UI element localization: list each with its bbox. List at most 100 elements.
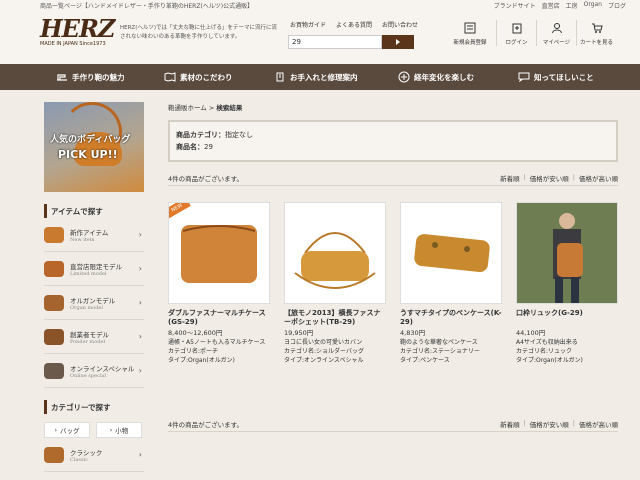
product-card[interactable]: NEW ダブルファスナーマルチケース(GS-29) 8,400～12,600円 …: [168, 202, 270, 365]
sidebar-item-limited[interactable]: 直営店限定モデル Limited model ›: [44, 252, 144, 286]
product-price: 4,830円: [400, 329, 426, 337]
top-links: ブランドサイト 直営店 工房 Organ ブログ: [494, 1, 626, 10]
sidebar-item-classic[interactable]: クラシック Classic ›: [44, 438, 144, 472]
item-sub: Ponder model: [70, 338, 106, 345]
item-thumb: [44, 260, 64, 277]
breadcrumb: 鞄通販ホーム > 検索結果: [168, 102, 618, 114]
product-photo: [517, 203, 617, 303]
nav-aging[interactable]: 経年変化を楽しむ: [398, 64, 518, 90]
sort-options: 新着順 | 価格が安い順 | 価格が高い順: [500, 173, 618, 183]
register-button[interactable]: 新規会員登録: [444, 20, 496, 46]
chevron-right-icon: ›: [138, 366, 142, 375]
sidebar-item-online[interactable]: オンラインスペシャル Online special ›: [44, 354, 144, 388]
item-thumb: [44, 328, 64, 345]
sort-newest[interactable]: 新着順: [500, 419, 520, 429]
item-sub: Classic: [70, 456, 88, 463]
tab-bags[interactable]: › バッグ: [44, 422, 90, 438]
product-category: カテゴリ名:リュック: [516, 348, 573, 355]
search-input[interactable]: [288, 35, 382, 49]
shopping-guide-link[interactable]: お買物ガイド: [290, 20, 326, 29]
product-image[interactable]: [284, 202, 386, 304]
logo-text: HERZ: [40, 14, 115, 43]
product-card[interactable]: うすマチタイプのペンケース(K-29) 4,830円 鞄のような華奢なペンケース…: [400, 202, 502, 365]
sidebar-item-organ[interactable]: オルガンモデル Organ model ›: [44, 286, 144, 320]
brand-site-link[interactable]: ブランドサイト: [494, 1, 536, 10]
contact-link[interactable]: お問い合わせ: [382, 20, 418, 29]
product-desc: ヨコに長い女の可愛いカバン: [284, 339, 363, 346]
mypage-button[interactable]: マイページ: [536, 20, 576, 46]
nav-charm[interactable]: 手作り鞄の魅力: [56, 64, 164, 90]
workshop-link[interactable]: 工房: [566, 1, 578, 10]
product-price: 8,400～12,600円: [168, 329, 223, 337]
banner-title: 人気のボディバッグ: [50, 135, 131, 145]
logo[interactable]: HERZ MADE IN JAPAN Since1973: [40, 14, 115, 47]
nav-material-label: 素材のこだわり: [180, 72, 233, 82]
product-name[interactable]: 【旅モノ2013】横長ファスナーポシェット(TB-29): [284, 309, 386, 327]
nav-material[interactable]: 素材のこだわり: [164, 64, 274, 90]
product-type: タイプ:ペンケース: [400, 357, 450, 364]
cart-button[interactable]: カートを見る: [576, 20, 616, 46]
search-button[interactable]: [382, 35, 414, 49]
login-button[interactable]: ログイン: [496, 20, 536, 46]
logo-sub: MADE IN JAPAN Since1973: [40, 41, 106, 47]
product-card[interactable]: 口枠リュック(G-29) 44,100円 A4サイズも収納出来る カテゴリ名:リ…: [516, 202, 618, 365]
breadcrumb-home[interactable]: 鞄通販ホーム: [168, 104, 207, 112]
category-label: 商品カテゴリ：: [176, 131, 225, 139]
product-image[interactable]: [516, 202, 618, 304]
product-name[interactable]: うすマチタイプのペンケース(K-29): [400, 309, 502, 327]
product-type: タイプ:オンラインスペシャル: [284, 357, 364, 364]
item-label: 新作アイテム: [70, 228, 109, 237]
category-section-label: カテゴリーで探す: [51, 402, 111, 412]
cart-label: カートを見る: [579, 40, 613, 46]
blog-link[interactable]: ブログ: [608, 1, 626, 10]
care-icon: [276, 72, 284, 82]
name-label: 商品名：: [176, 143, 204, 151]
sort-price-low[interactable]: 価格が安い順: [530, 173, 569, 183]
sort-price-low[interactable]: 価格が安い順: [530, 419, 569, 429]
nav-care-label: お手入れと修理案内: [290, 72, 358, 82]
cart-icon: [591, 23, 603, 33]
store-link[interactable]: 直営店: [542, 1, 560, 10]
result-count: 4件の商品がございます。: [168, 174, 243, 183]
body-bag-banner[interactable]: 人気のボディバッグ PICK UP!!: [44, 102, 144, 192]
breadcrumb-current: 検索結果: [216, 104, 243, 112]
item-thumb: [44, 446, 64, 463]
nav-charm-label: 手作り鞄の魅力: [72, 72, 125, 82]
product-desc: 通帳・A5ノートも入るマルチケース: [168, 339, 266, 346]
product-desc: 鞄のような華奢なペンケース: [400, 339, 478, 346]
header: HERZ MADE IN JAPAN Since1973 HERZ(ヘルツ)では…: [0, 10, 640, 64]
breadcrumb-separator: >: [208, 104, 215, 112]
item-label: 直営店限定モデル: [70, 262, 122, 271]
tab-accessories-label: 小物: [115, 427, 129, 435]
sort-price-high[interactable]: 価格が高い順: [579, 173, 618, 183]
product-name[interactable]: 口枠リュック(G-29): [516, 309, 618, 327]
product-image[interactable]: [400, 202, 502, 304]
product-card[interactable]: 【旅モノ2013】横長ファスナーポシェット(TB-29) 19,950円 ヨコに…: [284, 202, 386, 365]
product-price: 19,950円: [284, 329, 314, 337]
name-value: 29: [204, 143, 213, 151]
sort-price-high[interactable]: 価格が高い順: [579, 419, 618, 429]
nav-know[interactable]: 知ってほしいこと: [518, 64, 618, 90]
product-photo: [181, 225, 257, 283]
sidebar-item-founder[interactable]: 創業者モデル Ponder model ›: [44, 320, 144, 354]
category-section-title: カテゴリーで探す: [44, 400, 144, 414]
guide-links: お買物ガイド よくある質問 お問い合わせ: [290, 20, 418, 29]
sidebar-item-new[interactable]: 新作アイテム New item ›: [44, 218, 144, 252]
faq-link[interactable]: よくある質問: [336, 20, 372, 29]
nav-care[interactable]: お手入れと修理案内: [274, 64, 398, 90]
tagline: HERZ(ヘルツ)では「丈夫な鞄に仕上げる」をテーマに流行に流されない味わいのあ…: [120, 25, 277, 40]
chevron-right-icon: ›: [109, 426, 113, 434]
mypage-icon: [551, 23, 562, 34]
result-count-bar-bottom: 4件の商品がございます。 新着順 | 価格が安い順 | 価格が高い順: [168, 418, 618, 432]
product-image[interactable]: NEW: [168, 202, 270, 304]
tab-accessories[interactable]: › 小物: [96, 422, 142, 438]
product-photo: [294, 232, 376, 289]
sort-separator: |: [572, 418, 575, 427]
product-name[interactable]: ダブルファスナーマルチケース(GS-29): [168, 309, 270, 327]
item-label: オルガンモデル: [70, 296, 116, 305]
category-tabs: › バッグ › 小物: [44, 422, 144, 438]
sort-newest[interactable]: 新着順: [500, 173, 520, 183]
login-label: ログイン: [505, 40, 528, 46]
product-category: カテゴリ名:ステーショナリー: [400, 348, 480, 355]
organ-link[interactable]: Organ: [584, 1, 602, 10]
